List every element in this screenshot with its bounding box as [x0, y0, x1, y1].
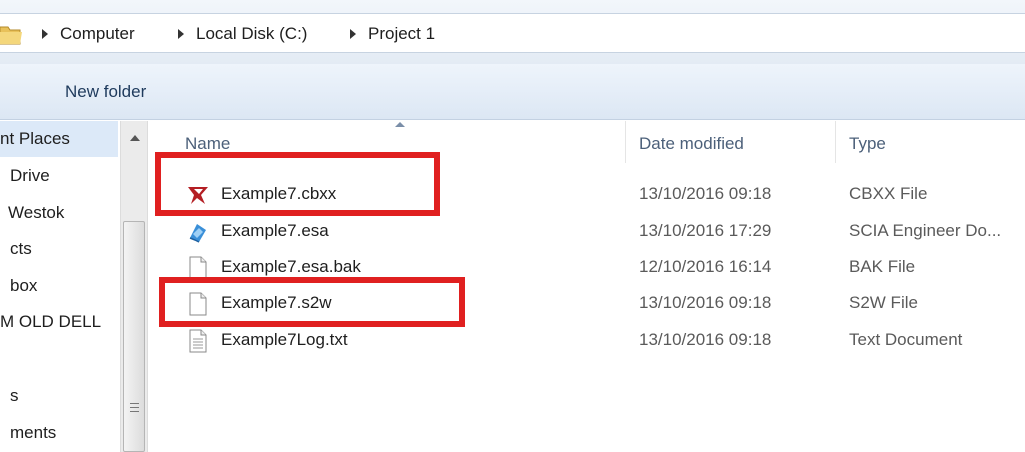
nav-item-drive[interactable]: Drive — [10, 166, 50, 186]
nav-item-westok[interactable]: Westok — [8, 203, 64, 223]
scia-file-icon — [189, 224, 206, 243]
file-name: Example7.esa.bak — [221, 257, 361, 276]
breadcrumb-arrow-icon[interactable] — [178, 29, 184, 39]
highlight-box-cbxx — [155, 152, 440, 216]
sort-ascending-icon — [395, 122, 405, 127]
breadcrumb[interactable]: Computer Local Disk (C:) Project 1 — [0, 13, 1025, 53]
text-file-icon — [189, 329, 207, 353]
new-folder-button[interactable]: New folder — [65, 82, 146, 102]
nav-item-label: nt Places — [0, 129, 70, 148]
nav-item-old-dell[interactable]: M OLD DELL — [0, 312, 101, 332]
grip-line — [130, 411, 139, 412]
grip-line — [130, 407, 139, 408]
command-toolbar: New folder — [0, 64, 1025, 120]
file-type: Text Document — [849, 330, 963, 349]
scroll-up-arrow-icon[interactable] — [130, 135, 140, 141]
file-type: SCIA Engineer Do... — [849, 221, 1002, 240]
column-header-name[interactable]: Name — [185, 134, 230, 154]
nav-scrollbar[interactable] — [120, 121, 148, 452]
breadcrumb-project[interactable]: Project 1 — [368, 24, 435, 44]
file-date: 13/10/2016 09:18 — [639, 293, 772, 312]
file-type: S2W File — [849, 293, 918, 312]
file-type: BAK File — [849, 257, 916, 276]
file-name: Example7Log.txt — [221, 330, 348, 349]
scrollbar-thumb[interactable] — [123, 221, 145, 452]
file-name: Example7.esa — [221, 221, 329, 240]
column-header-date[interactable]: Date modified — [639, 134, 744, 154]
file-row[interactable]: Example7.esa 13/10/2016 17:29 SCIA Engin… — [149, 213, 1025, 249]
nav-item-projects[interactable]: cts — [10, 239, 32, 259]
file-date: 12/10/2016 16:14 — [639, 257, 772, 276]
folder-icon — [0, 26, 22, 45]
breadcrumb-arrow-icon[interactable] — [350, 29, 356, 39]
nav-item-documents[interactable]: ments — [10, 423, 56, 443]
file-date: 13/10/2016 17:29 — [639, 221, 772, 240]
file-date: 13/10/2016 09:18 — [639, 184, 772, 203]
column-divider[interactable] — [625, 121, 626, 163]
nav-item-libraries[interactable]: s — [10, 386, 19, 406]
file-date: 13/10/2016 09:18 — [639, 330, 772, 349]
column-header-type[interactable]: Type — [849, 134, 886, 154]
breadcrumb-local-disk[interactable]: Local Disk (C:) — [196, 24, 307, 44]
breadcrumb-computer[interactable]: Computer — [60, 24, 135, 44]
breadcrumb-arrow-icon[interactable] — [42, 29, 48, 39]
nav-item-recent-places[interactable]: nt Places — [0, 121, 118, 157]
file-row[interactable]: Example7Log.txt 13/10/2016 09:18 Text Do… — [149, 322, 1025, 358]
nav-item-dropbox[interactable]: box — [10, 276, 37, 296]
highlight-box-s2w — [159, 277, 465, 327]
column-divider[interactable] — [835, 121, 836, 163]
grip-line — [130, 403, 139, 404]
address-bar: Computer Local Disk (C:) Project 1 — [0, 0, 1025, 64]
file-type: CBXX File — [849, 184, 928, 203]
